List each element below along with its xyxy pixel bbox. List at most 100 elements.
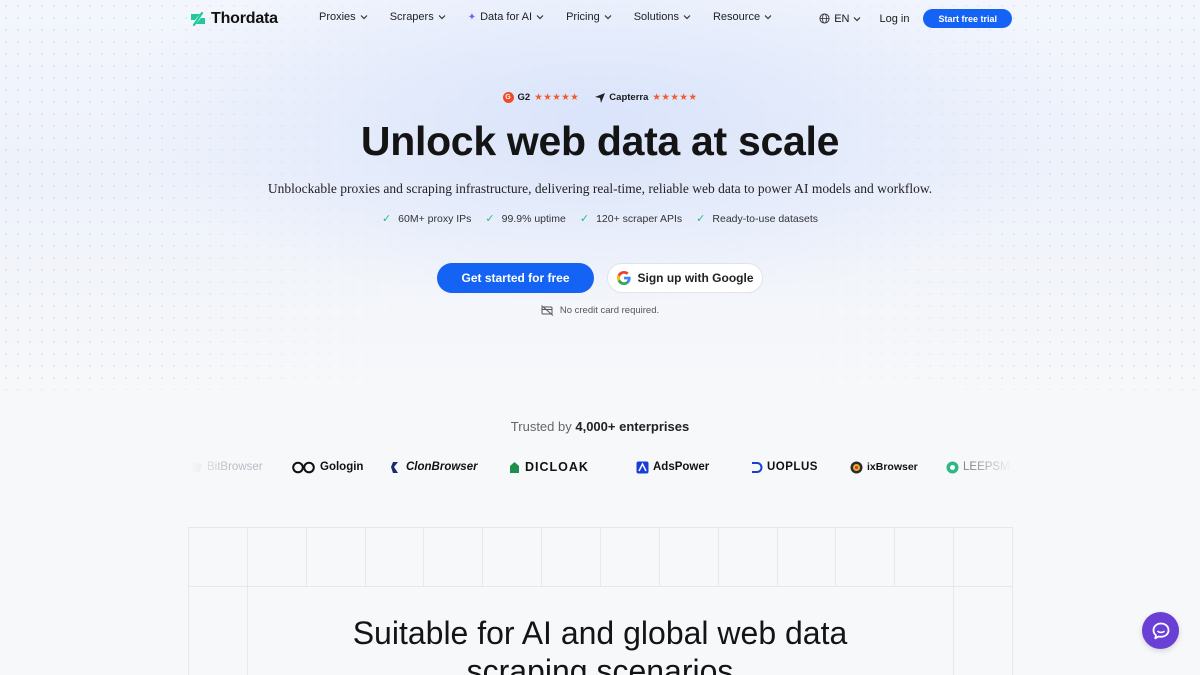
ratings-bar: G G2 ★★★★★ Capterra ★★★★★ [0, 92, 1200, 103]
trusted-heading: Trusted by 4,000+ enterprises [0, 419, 1200, 434]
dicloak-logo-icon [510, 461, 519, 473]
brand-logo-item: UOPLUS [750, 458, 818, 476]
chevron-down-icon [683, 15, 691, 20]
no-card-icon [541, 305, 554, 316]
grid-cell [307, 528, 366, 586]
nav-actions: EN Log in Start free trial [819, 9, 1012, 28]
globe-icon [819, 13, 830, 24]
chevron-down-icon [536, 15, 544, 20]
thordata-logo-icon [191, 11, 205, 27]
grid-cell [954, 528, 1012, 586]
section-title: Suitable for AI and global web data scra… [0, 614, 1200, 675]
chevron-down-icon [360, 15, 368, 20]
feature-item: ✓ 99.9% uptime [485, 212, 566, 226]
capterra-icon [595, 92, 606, 103]
grid-cell [189, 528, 248, 586]
start-free-trial-button[interactable]: Start free trial [923, 9, 1012, 28]
grid-cell [366, 528, 425, 586]
star-rating: ★★★★★ [534, 92, 580, 103]
brand-logo-item: ixBrowser [850, 458, 918, 476]
grid-cell [542, 528, 602, 586]
rating-source: G2 [517, 92, 531, 103]
feature-item: ✓ 120+ scraper APIs [579, 212, 683, 226]
menu-label: Scrapers [389, 11, 434, 23]
grid-cell [895, 528, 955, 586]
menu-pricing[interactable]: Pricing [566, 11, 612, 23]
login-link[interactable]: Log in [879, 13, 909, 25]
g2-icon: G [502, 92, 514, 103]
brand-name: Gologin [320, 461, 364, 473]
brand-logo-item: ClonBrowser [389, 458, 478, 476]
top-nav: Thordata Proxies Scrapers ✦ Data for AI … [0, 0, 1200, 38]
get-started-button[interactable]: Get started for free [437, 263, 594, 293]
grid-row [189, 528, 1012, 587]
language-label: EN [834, 12, 850, 25]
gologin-logo-icon [292, 461, 315, 473]
brand-name: ixBrowser [867, 461, 918, 473]
check-icon: ✓ [696, 213, 706, 225]
google-signup-label: Sign up with Google [637, 271, 754, 285]
brand-logo-item: AdsPower [636, 458, 709, 476]
feature-list: ✓ 60M+ proxy IPs ✓ 99.9% uptime ✓ 120+ s… [0, 212, 1200, 226]
language-selector[interactable]: EN [819, 13, 861, 25]
chat-widget-button[interactable] [1142, 612, 1179, 649]
brand-name: DICLOAK [525, 460, 589, 474]
menu-solutions[interactable]: Solutions [634, 11, 691, 23]
brand-logo-item: Gologin [292, 458, 363, 476]
brand-name: UOPLUS [767, 461, 818, 473]
feature-label: Ready-to-use datasets [712, 212, 819, 225]
menu-data-for-ai[interactable]: ✦ Data for AI [468, 11, 544, 23]
feature-label: 99.9% uptime [501, 212, 566, 225]
hero-subtitle: Unblockable proxies and scraping infrast… [267, 181, 933, 196]
star-rating: ★★★★★ [652, 92, 698, 103]
clonbrowser-logo-icon [391, 461, 398, 473]
trusted-prefix: Trusted by [510, 419, 572, 434]
rating-g2[interactable]: G G2 ★★★★★ [502, 92, 580, 103]
chevron-down-icon [438, 15, 446, 20]
no-card-text: No credit card required. [559, 305, 660, 316]
chevron-down-icon [604, 15, 612, 20]
menu-proxies[interactable]: Proxies [319, 11, 368, 23]
grid-cell [248, 528, 307, 586]
grid-cell [836, 528, 896, 586]
section-title-line: scraping scenarios [466, 653, 734, 675]
no-credit-card-note: No credit card required. [0, 305, 1200, 316]
grid-cell [483, 528, 543, 586]
main-menu: Proxies Scrapers ✦ Data for AI Pricing S… [319, 11, 794, 23]
section-title-line: Suitable for AI and global web data [352, 615, 848, 651]
menu-label: Solutions [633, 11, 679, 23]
feature-label: 60M+ proxy IPs [398, 212, 472, 225]
google-signup-button[interactable]: Sign up with Google [607, 263, 763, 293]
grid-cell [660, 528, 719, 586]
grid-cell [778, 528, 837, 586]
grid-cell [424, 528, 484, 586]
brand-logo[interactable]: Thordata [188, 9, 278, 29]
chevron-down-icon [764, 15, 772, 20]
hero-title: Unlock web data at scale [360, 118, 840, 164]
check-icon: ✓ [381, 213, 392, 225]
trusted-count: 4,000+ enterprises [575, 419, 690, 434]
rating-source: Capterra [609, 92, 649, 103]
menu-label: Pricing [566, 11, 600, 23]
brand-name: AdsPower [653, 461, 710, 473]
chevron-down-icon [854, 16, 861, 21]
check-icon: ✓ [579, 213, 590, 225]
menu-scrapers[interactable]: Scrapers [390, 11, 446, 23]
grid-cell [601, 528, 660, 586]
brand-name: Thordata [211, 10, 278, 27]
feature-item: ✓ 60M+ proxy IPs [381, 212, 472, 226]
grid-cell [719, 528, 778, 586]
logo-strip: BitBrowser Gologin ClonBrowser DICLOAK A… [190, 458, 1012, 476]
chat-icon [1152, 622, 1169, 639]
brand-logo-item: DICLOAK [508, 458, 589, 476]
uoplus-logo-icon [752, 461, 763, 473]
feature-label: 120+ scraper APIs [596, 212, 683, 225]
rating-capterra[interactable]: Capterra ★★★★★ [595, 92, 697, 103]
logo-fade-right [972, 455, 1012, 479]
menu-resource[interactable]: Resource [713, 11, 772, 23]
leepsma-logo-icon [946, 461, 959, 473]
menu-label: Proxies [319, 11, 356, 23]
menu-label: Resource [712, 11, 761, 23]
logo-fade-left [190, 455, 230, 479]
check-icon: ✓ [485, 213, 495, 225]
